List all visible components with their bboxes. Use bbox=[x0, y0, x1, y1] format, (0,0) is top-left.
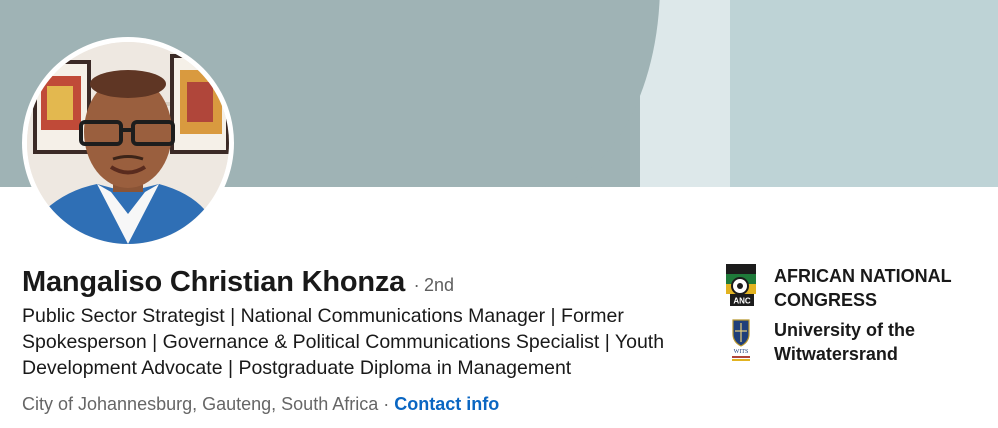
person-photo-icon bbox=[27, 42, 229, 244]
wits-logo-icon: WITS bbox=[726, 318, 756, 362]
profile-name: Mangaliso Christian Khonza bbox=[22, 266, 406, 298]
contact-info-link[interactable]: Contact info bbox=[394, 394, 499, 414]
profile-location: City of Johannesburg, Gauteng, South Afr… bbox=[22, 394, 379, 414]
org-item-wits[interactable]: WITS University of the Witwatersrand bbox=[726, 318, 974, 366]
location-row: City of Johannesburg, Gauteng, South Afr… bbox=[22, 394, 499, 415]
anc-logo-icon: ANC bbox=[726, 264, 756, 308]
name-row: Mangaliso Christian Khonza · 2nd bbox=[22, 266, 454, 299]
svg-text:WITS: WITS bbox=[734, 349, 749, 355]
banner-curve-shape bbox=[420, 0, 660, 187]
org-name-wits: University of the Witwatersrand bbox=[774, 320, 916, 364]
profile-avatar[interactable] bbox=[22, 37, 234, 249]
connection-degree: 2nd bbox=[424, 275, 455, 295]
svg-text:ANC: ANC bbox=[733, 297, 751, 306]
avatar-photo bbox=[27, 42, 229, 244]
org-name-anc: AFRICAN NATIONAL CONGRESS bbox=[774, 266, 952, 310]
degree-separator: · bbox=[413, 275, 420, 295]
org-item-anc[interactable]: ANC AFRICAN NATIONAL CONGRESS bbox=[726, 264, 974, 312]
profile-headline: Public Sector Strategist | National Comm… bbox=[22, 305, 665, 379]
location-separator: · bbox=[378, 394, 395, 414]
banner-right-panel bbox=[730, 0, 998, 187]
